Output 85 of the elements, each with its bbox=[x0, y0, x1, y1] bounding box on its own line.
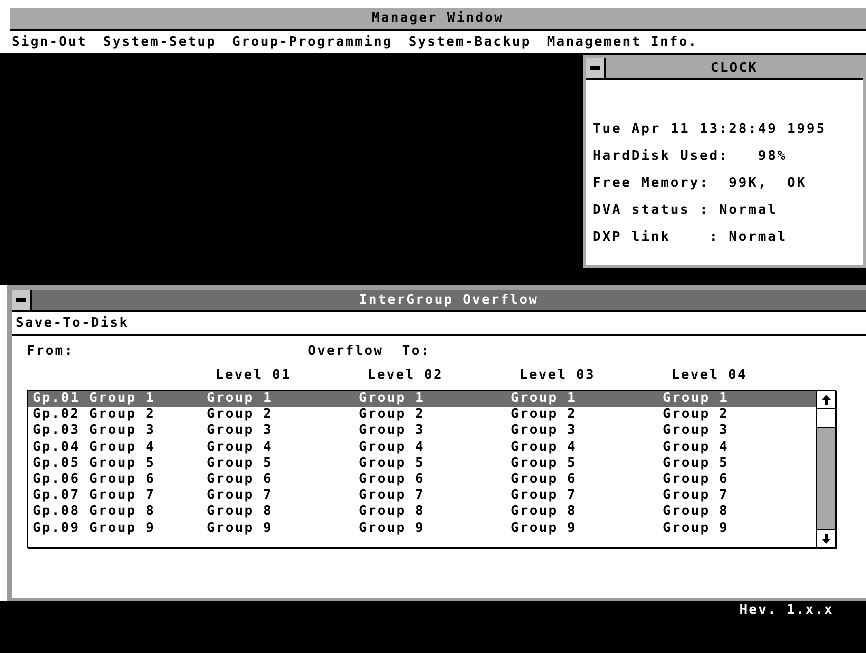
table-cell-text: Group 9 bbox=[511, 520, 578, 537]
window-menu-button[interactable] bbox=[12, 290, 32, 310]
list-row[interactable]: Gp.05 Group 5 Group 5 Group 5 Group 5 Group 5 bbox=[28, 456, 816, 472]
up-arrow-icon bbox=[822, 394, 830, 404]
table-cell-text: Gp.08 Group 8 bbox=[33, 504, 157, 520]
version-label: Hev. 1.x.x bbox=[740, 603, 834, 618]
table-cell-text: Gp.07 Group 7 bbox=[33, 488, 157, 504]
scroll-bar[interactable] bbox=[816, 391, 835, 547]
clock-line: DVA status : Normal bbox=[593, 203, 779, 220]
table-cell-text: Group 7 bbox=[207, 488, 274, 504]
table-cell-text: Group 1 bbox=[663, 391, 730, 408]
down-arrow-icon bbox=[822, 534, 830, 544]
table-cell-text: Group 3 bbox=[663, 423, 730, 440]
table-cell-text: Gp.04 Group 4 bbox=[33, 440, 157, 456]
clock-line: HardDisk Used: 98% bbox=[593, 149, 789, 166]
list-row[interactable]: Gp.08 Group 8 Group 8 Group 8 Group 8 Group 8 bbox=[28, 504, 816, 520]
table-cell-text: Group 4 bbox=[207, 440, 274, 456]
table-cell-text: Gp.09 Group 9 bbox=[33, 520, 157, 537]
table-cell-text: Group 2 bbox=[207, 407, 274, 424]
table-cell-text: Gp.01 Group 1 bbox=[33, 391, 157, 408]
list-row[interactable]: Gp.02 Group 2 Group 2 Group 2 Group 2 Group 2 bbox=[28, 407, 816, 424]
minus-icon bbox=[16, 298, 26, 302]
table-cell-text: Gp.05 Group 5 bbox=[33, 456, 157, 472]
table-cell-text: Group 9 bbox=[207, 520, 274, 537]
table-cell-text: Group 1 bbox=[359, 391, 426, 408]
table-cell-text: Gp.06 Group 6 bbox=[33, 472, 157, 488]
table-cell-text: Group 4 bbox=[511, 440, 578, 456]
table-cell-text: Group 9 bbox=[663, 520, 730, 537]
menu-item[interactable]: Sign-Out bbox=[12, 34, 88, 50]
menu-item[interactable]: System-Backup bbox=[408, 34, 532, 50]
menu-item[interactable]: Group-Programming bbox=[232, 34, 393, 50]
table-cell-text: Group 8 bbox=[359, 504, 426, 520]
table-cell-text: Gp.03 Group 3 bbox=[33, 423, 157, 440]
list-row[interactable]: Gp.04 Group 4 Group 4 Group 4 Group 4 Group 4 bbox=[28, 440, 816, 456]
table-cell-text: Group 4 bbox=[663, 440, 730, 456]
table-cell-text: Group 6 bbox=[663, 472, 730, 488]
from-label: From: bbox=[27, 344, 74, 358]
table-cell-text: Group 7 bbox=[359, 488, 426, 504]
table-cell-text: Group 2 bbox=[511, 407, 578, 424]
menu-item[interactable]: Save-To-Disk bbox=[16, 316, 130, 330]
clock-line: Tue Apr 11 13:28:49 1995 bbox=[593, 122, 828, 139]
list-row[interactable]: Gp.09 Group 9 Group 9 Group 9 Group 9 Group 9 bbox=[28, 520, 816, 537]
clock-line: Free Memory: 99K, OK bbox=[593, 176, 808, 193]
column-header: Level 03 bbox=[520, 368, 596, 382]
table-cell-text: Group 9 bbox=[359, 520, 426, 537]
table-cell-text: Group 1 bbox=[207, 391, 274, 408]
table-cell-text: Group 6 bbox=[207, 472, 274, 488]
column-header: Level 01 bbox=[216, 368, 292, 382]
table-cell-text: Group 5 bbox=[511, 456, 578, 472]
list-row[interactable]: Gp.03 Group 3 Group 3 Group 3 Group 3 Group 3 bbox=[28, 423, 816, 440]
window-menu-button[interactable] bbox=[586, 58, 606, 78]
list-row[interactable]: Gp.06 Group 6 Group 6 Group 6 Group 6 Group 6 bbox=[28, 472, 816, 488]
scroll-thumb[interactable] bbox=[817, 409, 835, 428]
table-cell-text: Group 6 bbox=[511, 472, 578, 488]
table-cell-text: Group 3 bbox=[207, 423, 274, 440]
menu-item[interactable]: Management Info. bbox=[547, 34, 698, 50]
scroll-down-button[interactable] bbox=[817, 529, 835, 547]
table-cell-text: Group 5 bbox=[207, 456, 274, 472]
window-title: Manager Window bbox=[10, 8, 866, 31]
table-cell-text: Group 5 bbox=[663, 456, 730, 472]
table-cell-text: Group 7 bbox=[663, 488, 730, 504]
window-title: InterGroup Overflow bbox=[358, 292, 540, 308]
table-cell-text: Group 2 bbox=[663, 407, 730, 424]
table-cell-text: Group 3 bbox=[511, 423, 578, 440]
menu-item[interactable]: System-Setup bbox=[103, 34, 217, 50]
table-cell-text: Group 8 bbox=[207, 504, 274, 520]
table-cell-text: Group 3 bbox=[359, 423, 426, 440]
scroll-up-button[interactable] bbox=[817, 391, 835, 409]
column-header: Level 04 bbox=[672, 368, 748, 382]
list-row[interactable]: Gp.07 Group 7 Group 7 Group 7 Group 7 Group 7 bbox=[28, 488, 816, 504]
table-cell-text: Group 8 bbox=[511, 504, 578, 520]
column-header: Level 02 bbox=[368, 368, 444, 382]
table-cell-text: Group 6 bbox=[359, 472, 426, 488]
table-cell-text: Group 1 bbox=[511, 391, 578, 408]
table-cell-text: Gp.02 Group 2 bbox=[33, 407, 157, 424]
table-cell-text: Group 4 bbox=[359, 440, 426, 456]
table-cell-text: Group 8 bbox=[663, 504, 730, 520]
table-cell-text: Group 5 bbox=[359, 456, 426, 472]
table-cell-text: Group 2 bbox=[359, 407, 426, 424]
clock-title: CLOCK bbox=[710, 60, 760, 76]
list-row[interactable]: Gp.01 Group 1 Group 1 Group 1 Group 1 Group 1 bbox=[28, 391, 816, 408]
overflow-to-label: Overflow To: bbox=[308, 344, 431, 358]
minus-icon bbox=[590, 66, 600, 70]
table-cell-text: Group 7 bbox=[511, 488, 578, 504]
clock-line: DXP link : Normal bbox=[593, 230, 789, 247]
